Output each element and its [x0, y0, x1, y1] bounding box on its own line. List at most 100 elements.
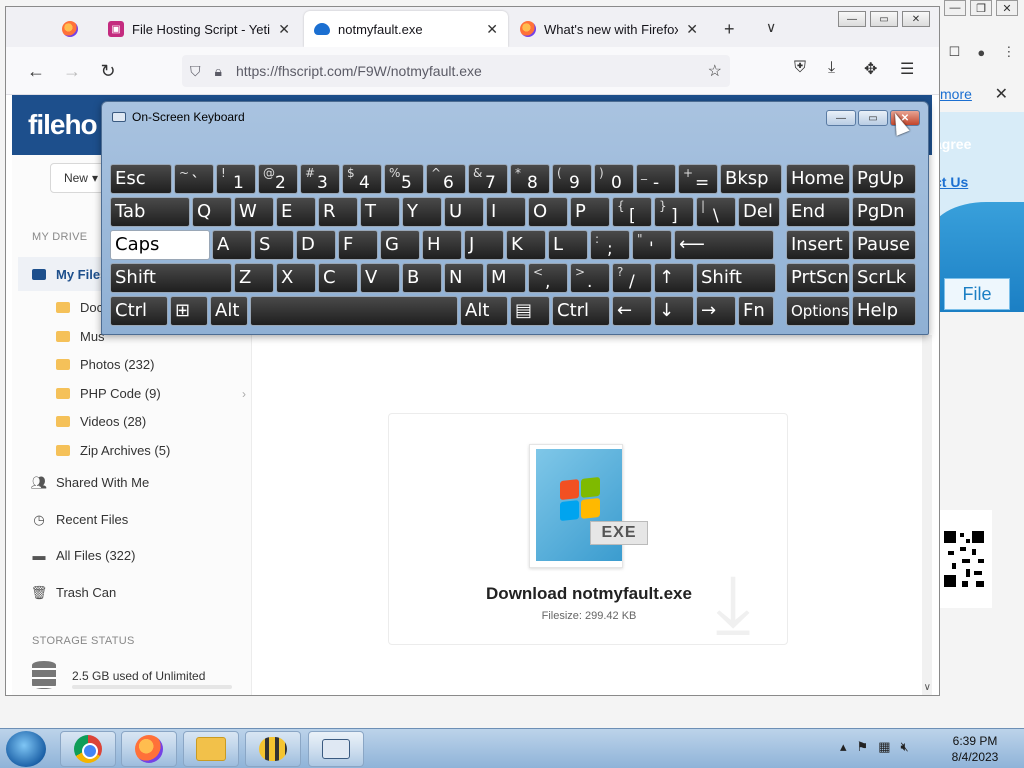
osk-key[interactable]: <, [528, 263, 568, 293]
osk-key[interactable]: ⊞ [170, 296, 208, 326]
osk-key[interactable]: K [506, 230, 546, 260]
taskbar-clock[interactable]: 6:39 PM 8/4/2023 [940, 733, 1010, 765]
osk-key[interactable]: L [548, 230, 588, 260]
osk-key[interactable]: ↑ [654, 263, 694, 293]
osk-key[interactable]: J [464, 230, 504, 260]
back-arrow-icon[interactable]: ← [24, 59, 48, 83]
osk-key[interactable]: Caps [110, 230, 210, 260]
sidebar-folder-videos[interactable]: Videos (28) [56, 414, 246, 429]
osk-key[interactable]: _ - [636, 164, 676, 194]
osk-key[interactable]: R [318, 197, 358, 227]
extensions-icon[interactable]: ☐ [949, 44, 961, 60]
close-button[interactable]: ✕ [902, 11, 930, 27]
sidebar-folder-photos[interactable]: Photos (232) [56, 357, 246, 372]
osk-key[interactable]: ^ 6 [426, 164, 466, 194]
account-icon[interactable]: ● [977, 45, 985, 60]
volume-muted-icon[interactable]: 🔇︎ [900, 739, 908, 755]
osk-key[interactable]: & 7 [468, 164, 508, 194]
osk-key[interactable]: Alt [460, 296, 508, 326]
minimize-button[interactable]: — [838, 11, 866, 27]
osk-key[interactable]: V [360, 263, 400, 293]
osk-key[interactable]: :; [590, 230, 630, 260]
file-thumbnail[interactable]: EXE [529, 444, 648, 568]
osk-key[interactable]: Tab [110, 197, 190, 227]
osk-key[interactable]: >. [570, 263, 610, 293]
tab-whats-new-firefox[interactable]: What's new with Firefox - M ✕ [510, 11, 708, 47]
osk-key[interactable]: ↓ [654, 296, 694, 326]
osk-key[interactable]: Z [234, 263, 274, 293]
osk-key[interactable]: I [486, 197, 526, 227]
osk-key[interactable]: Alt [210, 296, 248, 326]
osk-key[interactable]: X [276, 263, 316, 293]
lock-icon[interactable]: 🔒︎ [215, 63, 222, 80]
taskbar-on-screen-keyboard[interactable] [308, 731, 364, 767]
bg-minimize-button[interactable]: — [944, 0, 966, 16]
osk-key[interactable]: D [296, 230, 336, 260]
osk-key[interactable]: Shift [110, 263, 232, 293]
osk-key[interactable]: Fn [738, 296, 774, 326]
forward-arrow-icon[interactable]: → [60, 59, 84, 83]
bg-close-button[interactable]: ✕ [996, 0, 1018, 16]
sidebar-folder-zip-archives[interactable]: Zip Archives (5) [56, 443, 246, 458]
osk-key[interactable]: A [212, 230, 252, 260]
osk-maximize-button[interactable]: ▭ [858, 110, 888, 126]
chevron-right-icon[interactable]: › [242, 387, 246, 401]
taskbar-explorer[interactable] [183, 731, 239, 767]
osk-key[interactable]: #3 [300, 164, 340, 194]
sidebar-item-recent[interactable]: ◷ Recent Files [32, 512, 242, 528]
pocket-icon[interactable]: ⛨ [794, 59, 806, 77]
taskbar-bee-app[interactable] [245, 731, 301, 767]
osk-key[interactable]: (9 [552, 164, 592, 194]
osk-key[interactable]: ▤ [510, 296, 550, 326]
taskbar-firefox[interactable] [121, 731, 177, 767]
url-bar[interactable]: ⛉ 🔒︎ https://fhscript.com/F9W/notmyfault… [182, 55, 730, 87]
osk-key[interactable]: S [254, 230, 294, 260]
osk-key[interactable]: % 5 [384, 164, 424, 194]
sidebar-folder-php-code[interactable]: PHP Code (9) › [56, 386, 246, 401]
osk-key[interactable]: W [234, 197, 274, 227]
sidebar-item-trash[interactable]: 🗑︎ Trash Can [31, 585, 242, 601]
osk-key[interactable]: N [444, 263, 484, 293]
osk-key[interactable]: Esc [110, 164, 172, 194]
osk-minimize-button[interactable]: — [826, 110, 856, 126]
osk-key[interactable]: $4 [342, 164, 382, 194]
osk-key[interactable]: * 8 [510, 164, 550, 194]
bookmark-star-icon[interactable]: ☆ [708, 61, 722, 81]
taskbar-chrome[interactable] [60, 731, 116, 767]
banner-close-icon[interactable]: ✕ [995, 84, 1008, 104]
osk-key[interactable]: Help [852, 296, 916, 326]
osk-key[interactable]: ! 1 [216, 164, 256, 194]
osk-key[interactable]: ~ ` [174, 164, 214, 194]
osk-key[interactable]: B [402, 263, 442, 293]
osk-key[interactable]: E [276, 197, 316, 227]
extensions-puzzle-icon[interactable]: ✥ [864, 59, 877, 79]
osk-key[interactable]: End [786, 197, 850, 227]
osk-key[interactable]: O [528, 197, 568, 227]
new-tab-plus-icon[interactable]: + [724, 19, 735, 40]
osk-key[interactable]: ScrLk [852, 263, 916, 293]
osk-key[interactable]: {[ [612, 197, 652, 227]
osk-key[interactable]: P [570, 197, 610, 227]
osk-key[interactable]: ← [612, 296, 652, 326]
osk-key[interactable]: G [380, 230, 420, 260]
network-icon[interactable]: ▦ [878, 739, 890, 755]
osk-key[interactable]: + = [678, 164, 718, 194]
action-center-flag-icon[interactable]: ⚑ [857, 739, 869, 755]
osk-key[interactable]: Pause [852, 230, 916, 260]
scroll-down-arrow-icon[interactable]: ∨ [924, 682, 931, 693]
osk-key[interactable]: Bksp [720, 164, 782, 194]
learn-more-link[interactable]: more [940, 86, 972, 102]
menu-dots-icon[interactable]: ⋮ [1002, 44, 1015, 60]
bg-restore-button[interactable]: ❐ [970, 0, 992, 16]
osk-key[interactable]: Ctrl [552, 296, 610, 326]
osk-key[interactable]: ) 0 [594, 164, 634, 194]
osk-key[interactable]: | \ [696, 197, 736, 227]
osk-key[interactable]: C [318, 263, 358, 293]
osk-key[interactable]: PgDn [852, 197, 916, 227]
osk-key[interactable]: PrtScn [786, 263, 850, 293]
shield-icon[interactable]: ⛉ [190, 63, 201, 80]
tab-file-hosting[interactable]: ▣ File Hosting Script - Yetisha ✕ [98, 11, 300, 47]
osk-key[interactable]: T [360, 197, 400, 227]
maximize-button[interactable]: ▭ [870, 11, 898, 27]
tab-close-icon[interactable]: ✕ [686, 21, 698, 38]
